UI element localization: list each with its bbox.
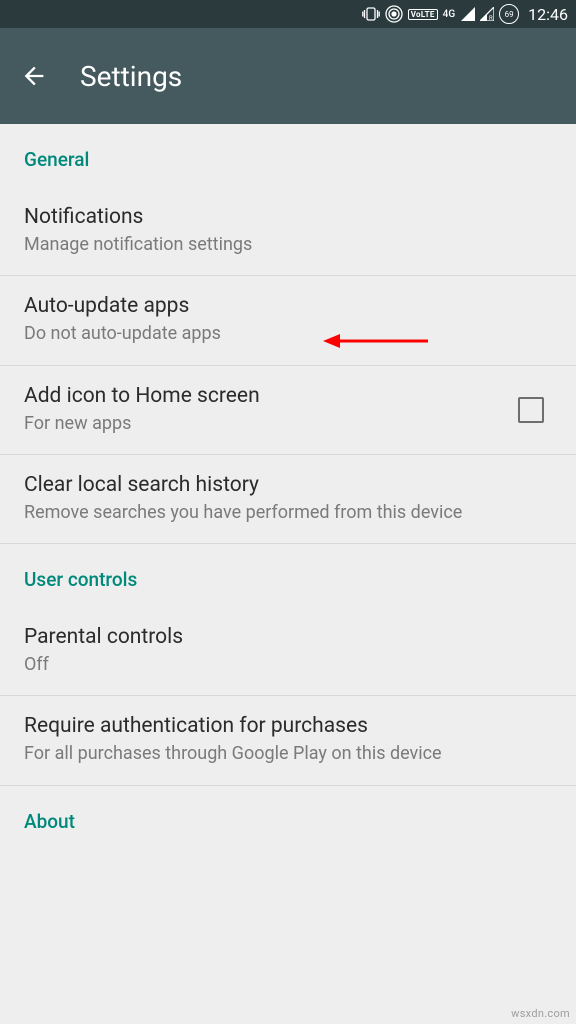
section-about: About <box>0 786 576 849</box>
item-subtitle: For new apps <box>24 412 502 436</box>
item-require-auth[interactable]: Require authentication for purchases For… <box>0 696 576 785</box>
item-title: Require authentication for purchases <box>24 714 552 738</box>
settings-list: General Notifications Manage notificatio… <box>0 124 576 849</box>
signal-1-icon <box>461 7 475 21</box>
status-bar: VoLTE 4G R 69 12:46 <box>0 0 576 28</box>
volte-badge: VoLTE <box>408 9 438 20</box>
item-auto-update[interactable]: Auto-update apps Do not auto-update apps <box>0 276 576 365</box>
watermark: wsxdn.com <box>511 1007 570 1020</box>
item-title: Add icon to Home screen <box>24 384 502 408</box>
status-icons: VoLTE 4G R 69 12:46 <box>362 4 568 24</box>
checkbox-add-icon[interactable] <box>518 397 544 423</box>
vibrate-icon <box>362 7 380 21</box>
item-notifications[interactable]: Notifications Manage notification settin… <box>0 187 576 276</box>
network-type: 4G <box>443 9 456 20</box>
item-add-icon[interactable]: Add icon to Home screen For new apps <box>0 366 576 455</box>
item-subtitle: Remove searches you have performed from … <box>24 501 552 525</box>
item-subtitle: For all purchases through Google Play on… <box>24 742 552 766</box>
item-subtitle: Manage notification settings <box>24 233 552 257</box>
section-user-controls: User controls <box>0 544 576 607</box>
hotspot-icon <box>385 5 403 23</box>
back-button[interactable] <box>20 62 48 90</box>
item-subtitle: Do not auto-update apps <box>24 322 552 346</box>
battery-percent: 69 <box>505 10 514 19</box>
clock: 12:46 <box>528 5 568 24</box>
item-clear-search[interactable]: Clear local search history Remove search… <box>0 455 576 544</box>
item-title: Parental controls <box>24 625 552 649</box>
item-subtitle: Off <box>24 653 552 677</box>
item-title: Notifications <box>24 205 552 229</box>
page-title: Settings <box>80 60 182 93</box>
battery-icon: 69 <box>499 4 519 24</box>
svg-text:R: R <box>489 15 493 21</box>
item-parental-controls[interactable]: Parental controls Off <box>0 607 576 696</box>
item-title: Auto-update apps <box>24 294 552 318</box>
app-bar: Settings <box>0 28 576 124</box>
section-general: General <box>0 124 576 187</box>
item-title: Clear local search history <box>24 473 552 497</box>
signal-2-icon: R <box>480 7 494 21</box>
